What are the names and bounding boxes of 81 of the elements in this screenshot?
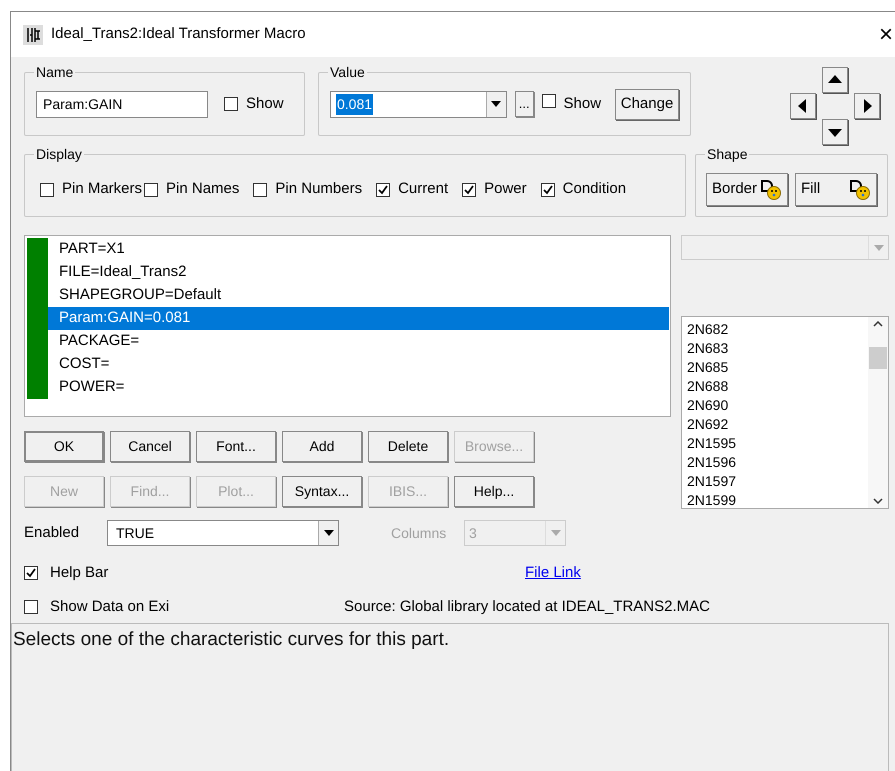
checkbox-label: Show	[564, 94, 602, 114]
window-title: Ideal_Trans2:Ideal Transformer Macro	[51, 24, 306, 44]
checkbox-label: Pin Markers	[62, 179, 142, 200]
part-item[interactable]: 2N692	[687, 415, 868, 434]
part-listbox[interactable]: 2N682 2N683 2N685 2N688 2N690 2N692 2N1595 2N1596 2N1597 2N1599	[681, 316, 889, 509]
checkbox[interactable]	[40, 182, 54, 196]
dialog-button[interactable]: OK	[24, 431, 104, 462]
checkbox[interactable]	[462, 182, 476, 196]
checkbox[interactable]	[540, 182, 555, 196]
field-label: Enabled	[24, 522, 80, 543]
attribute-item[interactable]: Param:GAIN=0.081	[48, 307, 669, 330]
help-text: Selects one of the characteristic curves for this part.	[12, 629, 450, 650]
attribute-item[interactable]: PACKAGE=	[48, 330, 669, 353]
checkbox-label: Show	[246, 94, 284, 114]
dropdown-button[interactable]	[486, 92, 506, 116]
dialog-button[interactable]: Syntax...	[282, 476, 362, 507]
nudge-button[interactable]	[790, 93, 816, 119]
caret-icon	[874, 244, 884, 250]
attribute-item[interactable]: POWER=	[48, 376, 669, 399]
field-label: Columns	[391, 524, 448, 542]
button-label: Border	[712, 179, 758, 200]
part-item[interactable]: 2N690	[687, 396, 868, 415]
part-item[interactable]: 2N1596	[687, 453, 868, 472]
caret-icon	[324, 530, 334, 536]
letter-face-icon	[849, 180, 871, 200]
app-icon	[23, 24, 43, 44]
checkbox-label: Power	[484, 179, 527, 200]
checkbox[interactable]	[24, 600, 38, 614]
dialog-button[interactable]: Cancel	[110, 431, 190, 462]
shape-button[interactable]: Fill	[795, 173, 877, 206]
dialog-button[interactable]: Delete	[368, 431, 448, 462]
checkbox-label: Show Data on Exi	[50, 596, 170, 617]
combo-value: 3	[469, 524, 478, 542]
shape-button[interactable]: Border	[706, 173, 788, 206]
checkbox-label: Current	[398, 179, 448, 200]
attribute-item[interactable]: COST=	[48, 353, 669, 376]
scrollbar[interactable]	[868, 317, 888, 508]
scroll-up-icon	[873, 321, 883, 327]
part-item[interactable]: 2N688	[687, 377, 868, 396]
name-field[interactable]: Param:GAIN	[36, 90, 208, 118]
checkbox[interactable]	[376, 182, 390, 196]
checkbox-label: Pin Names	[166, 179, 240, 200]
checkbox-label: Help Bar	[50, 562, 110, 583]
attribute-item[interactable]: PART=X1	[48, 238, 669, 261]
combo-value: TRUE	[116, 524, 156, 542]
part-item[interactable]: 2N685	[687, 358, 868, 377]
checkbox-label: Condition	[562, 179, 626, 200]
dropdown-button[interactable]	[318, 521, 338, 545]
nudge-button[interactable]	[854, 93, 880, 119]
caret-icon	[550, 530, 560, 536]
browse-button[interactable]: ...	[514, 91, 534, 117]
nudge-button[interactable]	[822, 119, 848, 145]
scroll-thumb[interactable]	[869, 346, 887, 368]
dialog-button[interactable]: Add	[282, 431, 362, 462]
part-item[interactable]: 2N1597	[687, 472, 868, 491]
dialog-button[interactable]: Font...	[196, 431, 276, 462]
letter-face-icon	[760, 180, 782, 200]
checkbox[interactable]	[24, 566, 38, 580]
close-button[interactable]: ×	[878, 22, 893, 46]
selected-value: 0.081	[336, 94, 374, 114]
part-item[interactable]: 2N683	[687, 339, 868, 358]
nudge-button[interactable]	[822, 67, 848, 93]
enabled-combo[interactable]: TRUE	[107, 520, 339, 546]
checkbox[interactable]	[144, 182, 158, 196]
dialog-button[interactable]: Help...	[454, 476, 534, 507]
file-link[interactable]: File Link	[525, 562, 581, 584]
checkbox-label: Pin Numbers	[275, 179, 362, 200]
show-checkbox[interactable]	[542, 94, 556, 108]
scroll-down-icon	[873, 498, 883, 504]
attribute-item[interactable]: SHAPEGROUP=Default	[48, 284, 669, 307]
change-button[interactable]: Change	[615, 88, 679, 120]
show-checkbox[interactable]	[224, 97, 238, 111]
source-text: Source: Global library located at IDEAL_TRANS2.MAC	[344, 596, 710, 617]
value-combo[interactable]: 0.081	[330, 90, 507, 118]
checkbox[interactable]	[253, 182, 268, 196]
part-item[interactable]: 2N1599	[687, 491, 868, 510]
part-item[interactable]: 2N1595	[687, 434, 868, 453]
part-item[interactable]: 2N682	[687, 320, 868, 339]
caret-icon	[491, 101, 502, 107]
attribute-item[interactable]: FILE=Ideal_Trans2	[48, 261, 669, 284]
button-label: Fill	[801, 179, 820, 200]
